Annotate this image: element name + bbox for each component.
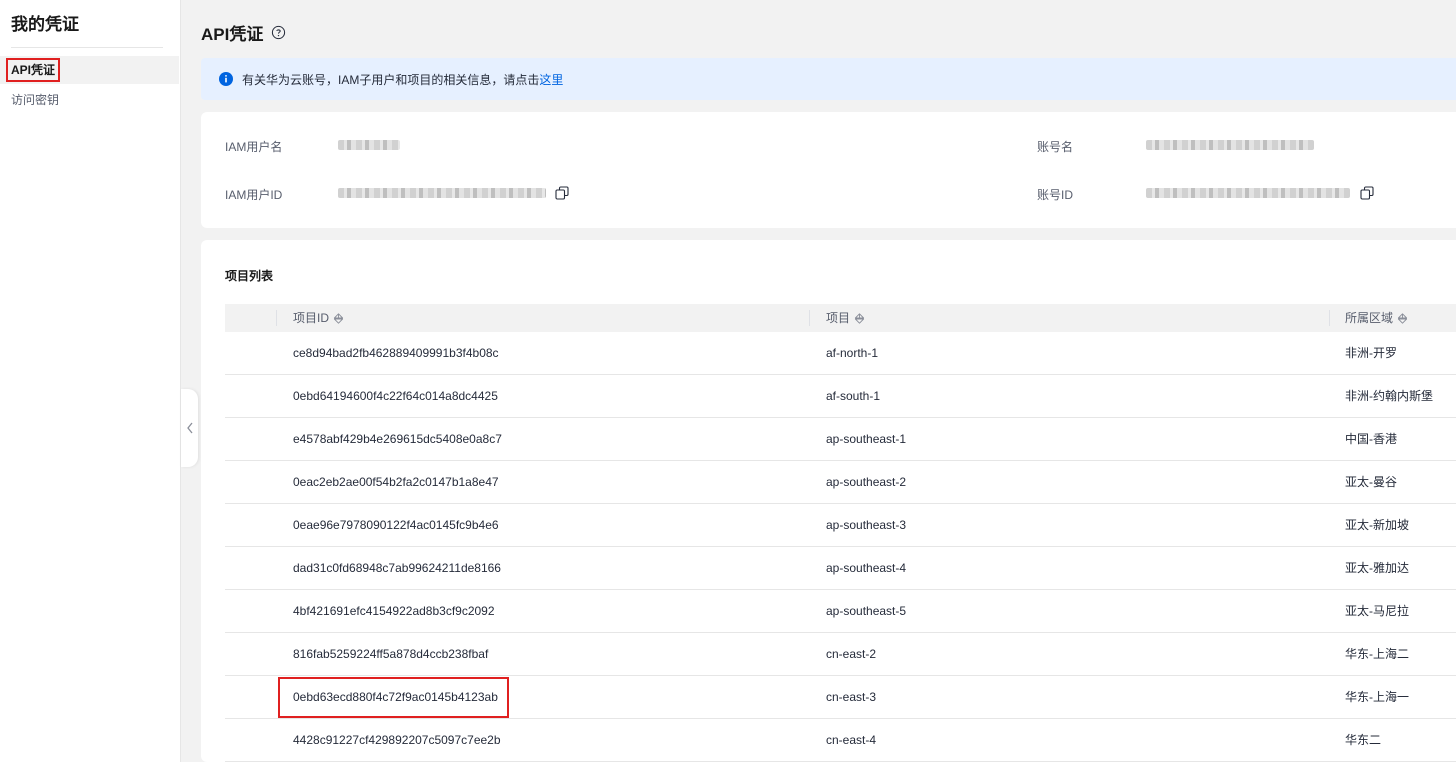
column-header-label: 项目 — [826, 311, 851, 325]
help-circle-icon[interactable] — [271, 25, 286, 40]
table-row: 816fab5259224ff5a878d4ccb238fbaf cn-east… — [225, 633, 1456, 676]
project-id-cell: 0ebd63ecd880f4c72f9ac0145b4123ab — [293, 690, 498, 704]
table-row: 4428c91227cf429892207c5097c7ee2b cn-east… — [225, 719, 1456, 762]
column-header-project[interactable]: 项目 — [826, 304, 865, 332]
region-cell: 亚太-曼谷 — [1345, 475, 1397, 489]
page-title-row: API凭证 — [201, 20, 286, 45]
project-name-cell: ap-southeast-3 — [826, 518, 907, 532]
projects-card: 项目列表 项目ID 项目 所属区域 ce8d94bad2fb4628894099… — [201, 240, 1456, 762]
table-row: e4578abf429b4e269615dc5408e0a8c7 ap-sout… — [225, 418, 1456, 461]
sidebar: 我的凭证 API凭证 访问密钥 — [0, 0, 181, 762]
column-divider — [1329, 310, 1330, 326]
sidebar-item-label: 访问密钥 — [11, 93, 60, 107]
table-row: 0eae96e7978090122f4ac0145fc9b4e6 ap-sout… — [225, 504, 1456, 547]
region-cell: 亚太-马尼拉 — [1345, 604, 1409, 618]
banner-link[interactable]: 这里 — [539, 71, 563, 88]
column-header-label: 项目ID — [293, 311, 330, 325]
project-name-cell: ap-southeast-1 — [826, 432, 907, 446]
iam-userid-label: IAM用户ID — [225, 188, 283, 202]
sidebar-item-access-keys[interactable]: 访问密钥 — [0, 86, 179, 114]
table-row: 0eac2eb2ae00f54b2fa2c0147b1a8e47 ap-sout… — [225, 461, 1456, 504]
sidebar-divider — [11, 47, 163, 48]
banner-text: 有关华为云账号，IAM子用户和项目的相关信息，请点击 — [242, 72, 540, 87]
table-row: 4bf421691efc4154922ad8b3cf9c2092 ap-sout… — [225, 590, 1456, 633]
copy-icon[interactable] — [555, 186, 569, 200]
region-cell: 华东-上海二 — [1345, 647, 1409, 661]
project-name-cell: ap-southeast-5 — [826, 604, 907, 618]
account-id-value — [1146, 188, 1350, 198]
region-cell: 亚太-雅加达 — [1345, 561, 1409, 575]
account-name-label: 账号名 — [1037, 140, 1074, 154]
project-id-cell: 4428c91227cf429892207c5097c7ee2b — [293, 733, 501, 747]
region-cell: 非洲-开罗 — [1345, 346, 1397, 360]
column-header-region[interactable]: 所属区域 — [1345, 304, 1408, 332]
project-id-cell: e4578abf429b4e269615dc5408e0a8c7 — [293, 432, 502, 446]
sidebar-title: 我的凭证 — [11, 15, 79, 34]
project-id-cell: 816fab5259224ff5a878d4ccb238fbaf — [293, 647, 489, 661]
projects-section-title: 项目列表 — [225, 269, 274, 283]
sort-icon[interactable] — [1397, 312, 1408, 324]
region-cell: 亚太-新加坡 — [1345, 518, 1409, 532]
project-id-cell: 0eac2eb2ae00f54b2fa2c0147b1a8e47 — [293, 475, 499, 489]
user-info-card: IAM用户名 IAM用户ID 账号名 账号ID — [201, 112, 1456, 228]
sidebar-item-api-credentials[interactable]: API凭证 — [0, 56, 179, 84]
region-cell: 华东二 — [1345, 733, 1382, 747]
table-row: 0ebd64194600f4c22f64c014a8dc4425 af-sout… — [225, 375, 1456, 418]
account-id-label: 账号ID — [1037, 188, 1074, 202]
region-cell: 华东-上海一 — [1345, 690, 1409, 704]
sort-icon[interactable] — [854, 312, 865, 324]
region-cell: 中国-香港 — [1345, 432, 1397, 446]
project-name-cell: cn-east-4 — [826, 733, 877, 747]
project-id-cell: 0ebd64194600f4c22f64c014a8dc4425 — [293, 389, 498, 403]
project-id-cell: ce8d94bad2fb462889409991b3f4b08c — [293, 346, 499, 360]
iam-username-value — [338, 140, 400, 150]
column-header-label: 所属区域 — [1345, 311, 1394, 325]
copy-icon[interactable] — [1360, 186, 1374, 200]
info-icon — [219, 72, 233, 86]
sort-icon[interactable] — [333, 312, 344, 324]
iam-userid-value — [338, 188, 546, 198]
project-name-cell: af-south-1 — [826, 389, 881, 403]
project-id-cell: 0eae96e7978090122f4ac0145fc9b4e6 — [293, 518, 499, 532]
project-name-cell: cn-east-2 — [826, 647, 877, 661]
project-name-cell: ap-southeast-2 — [826, 475, 907, 489]
table-row-highlighted: 0ebd63ecd880f4c72f9ac0145b4123ab cn-east… — [225, 676, 1456, 719]
project-id-cell: dad31c0fd68948c7ab99624211de8166 — [293, 561, 501, 575]
project-name-cell: af-north-1 — [826, 346, 879, 360]
table-header: 项目ID 项目 所属区域 — [225, 304, 1456, 332]
project-id-cell: 4bf421691efc4154922ad8b3cf9c2092 — [293, 604, 495, 618]
account-name-value — [1146, 140, 1314, 150]
region-cell: 非洲-约翰内斯堡 — [1345, 389, 1433, 403]
page-title: API凭证 — [201, 25, 264, 44]
project-name-cell: ap-southeast-4 — [826, 561, 907, 575]
chevron-left-icon — [186, 422, 193, 434]
iam-username-label: IAM用户名 — [225, 140, 283, 154]
projects-table: 项目ID 项目 所属区域 ce8d94bad2fb462889409991b3f… — [225, 304, 1456, 762]
info-banner: 有关华为云账号，IAM子用户和项目的相关信息，请点击 这里 — [201, 58, 1456, 100]
sidebar-item-label: API凭证 — [5, 58, 61, 82]
table-row: ce8d94bad2fb462889409991b3f4b08c af-nort… — [225, 332, 1456, 375]
table-row: dad31c0fd68948c7ab99624211de8166 ap-sout… — [225, 547, 1456, 590]
sidebar-collapse-button[interactable] — [181, 389, 198, 467]
project-name-cell: cn-east-3 — [826, 690, 877, 704]
column-header-project-id[interactable]: 项目ID — [293, 304, 344, 332]
column-divider — [276, 310, 277, 326]
column-divider — [809, 310, 810, 326]
